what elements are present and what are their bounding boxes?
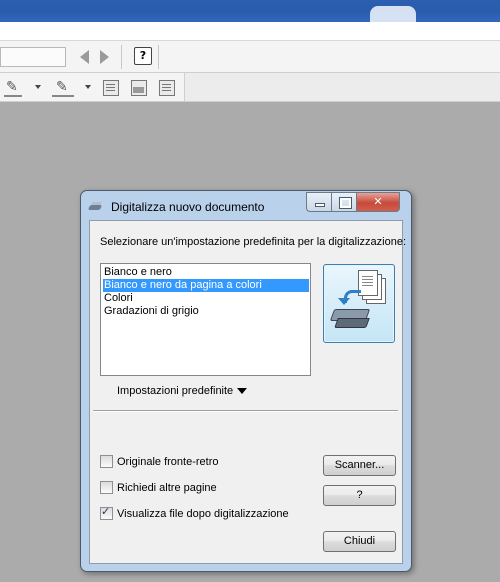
more-pages-checkbox[interactable]: Richiedi altre pagine bbox=[100, 481, 217, 494]
checkbox-box[interactable] bbox=[100, 481, 113, 494]
duplex-label: Originale fronte-retro bbox=[117, 455, 219, 468]
more-pages-label: Richiedi altre pagine bbox=[117, 481, 217, 494]
highlighter-icon[interactable]: ✎ bbox=[56, 79, 72, 95]
toolbar-separator bbox=[121, 45, 122, 69]
list-item-selected[interactable]: Bianco e nero da pagina a colori bbox=[103, 279, 309, 292]
pen-color-bar bbox=[4, 95, 22, 97]
pen-icon[interactable]: ✎ bbox=[6, 79, 22, 95]
list-item[interactable]: Colori bbox=[103, 292, 309, 305]
title-decoration bbox=[370, 6, 416, 22]
pen-dropdown-icon[interactable] bbox=[35, 85, 41, 89]
maximize-button[interactable] bbox=[331, 192, 357, 212]
scan-arrow bbox=[338, 290, 361, 305]
list-item[interactable]: Bianco e nero bbox=[103, 266, 309, 279]
image-icon[interactable] bbox=[131, 80, 147, 96]
preset-prompt: Selezionare un'impostazione predefinita … bbox=[100, 236, 407, 248]
view-after-checkbox[interactable]: Visualizza file dopo digitalizzazione bbox=[100, 505, 289, 520]
help-icon[interactable]: ? bbox=[134, 47, 152, 65]
toolbar-empty-area bbox=[185, 73, 500, 102]
page-shape bbox=[358, 270, 378, 296]
presets-menu-label: Impostazioni predefinite bbox=[117, 385, 234, 397]
back-arrow-icon[interactable] bbox=[80, 50, 89, 64]
app-strip bbox=[0, 22, 500, 41]
list-item[interactable]: Gradazioni di grigio bbox=[103, 305, 309, 318]
close-button[interactable]: ✕ bbox=[356, 192, 400, 212]
page-icon[interactable] bbox=[103, 80, 119, 96]
forward-arrow-icon[interactable] bbox=[100, 50, 109, 64]
close-icon: ✕ bbox=[373, 195, 383, 208]
help-button[interactable]: ? bbox=[323, 485, 396, 506]
toolbar-top: ? bbox=[0, 41, 500, 73]
maximize-icon bbox=[332, 193, 356, 211]
address-field[interactable] bbox=[0, 47, 66, 67]
checkbox-box[interactable] bbox=[100, 455, 113, 468]
scanner-base bbox=[334, 318, 370, 328]
scan-icon bbox=[89, 200, 105, 214]
toolbar-annotate: ✎ ✎ bbox=[0, 73, 185, 102]
highlighter-color-bar bbox=[52, 95, 74, 97]
highlighter-dropdown-icon[interactable] bbox=[85, 85, 91, 89]
dialog-body: Selezionare un'impostazione predefinita … bbox=[89, 220, 407, 564]
export-icon[interactable] bbox=[159, 80, 175, 96]
toolbar-separator bbox=[158, 45, 159, 69]
app-titlebar bbox=[0, 0, 500, 22]
view-after-label: Visualizza file dopo digitalizzazione bbox=[117, 507, 289, 520]
scan-dialog: Digitalizza nuovo documento ✕ Selezionar… bbox=[80, 190, 412, 572]
duplex-checkbox[interactable]: Originale fronte-retro bbox=[100, 455, 219, 468]
divider bbox=[93, 410, 398, 412]
dialog-title: Digitalizza nuovo documento bbox=[111, 200, 265, 214]
dropdown-triangle-icon bbox=[237, 388, 248, 394]
close-dialog-button[interactable]: Chiudi bbox=[323, 531, 396, 552]
dialog-titlebar: Digitalizza nuovo documento bbox=[89, 199, 264, 215]
scanner-pages-icon bbox=[323, 264, 395, 343]
presets-menu[interactable]: Impostazioni predefinite bbox=[117, 385, 248, 397]
checkbox-box-checked[interactable] bbox=[100, 505, 113, 520]
preset-listbox[interactable]: Bianco e nero Bianco e nero da pagina a … bbox=[100, 263, 311, 376]
minimize-icon bbox=[307, 193, 331, 211]
minimize-button[interactable] bbox=[306, 192, 332, 212]
scanner-button[interactable]: Scanner... bbox=[323, 455, 396, 476]
